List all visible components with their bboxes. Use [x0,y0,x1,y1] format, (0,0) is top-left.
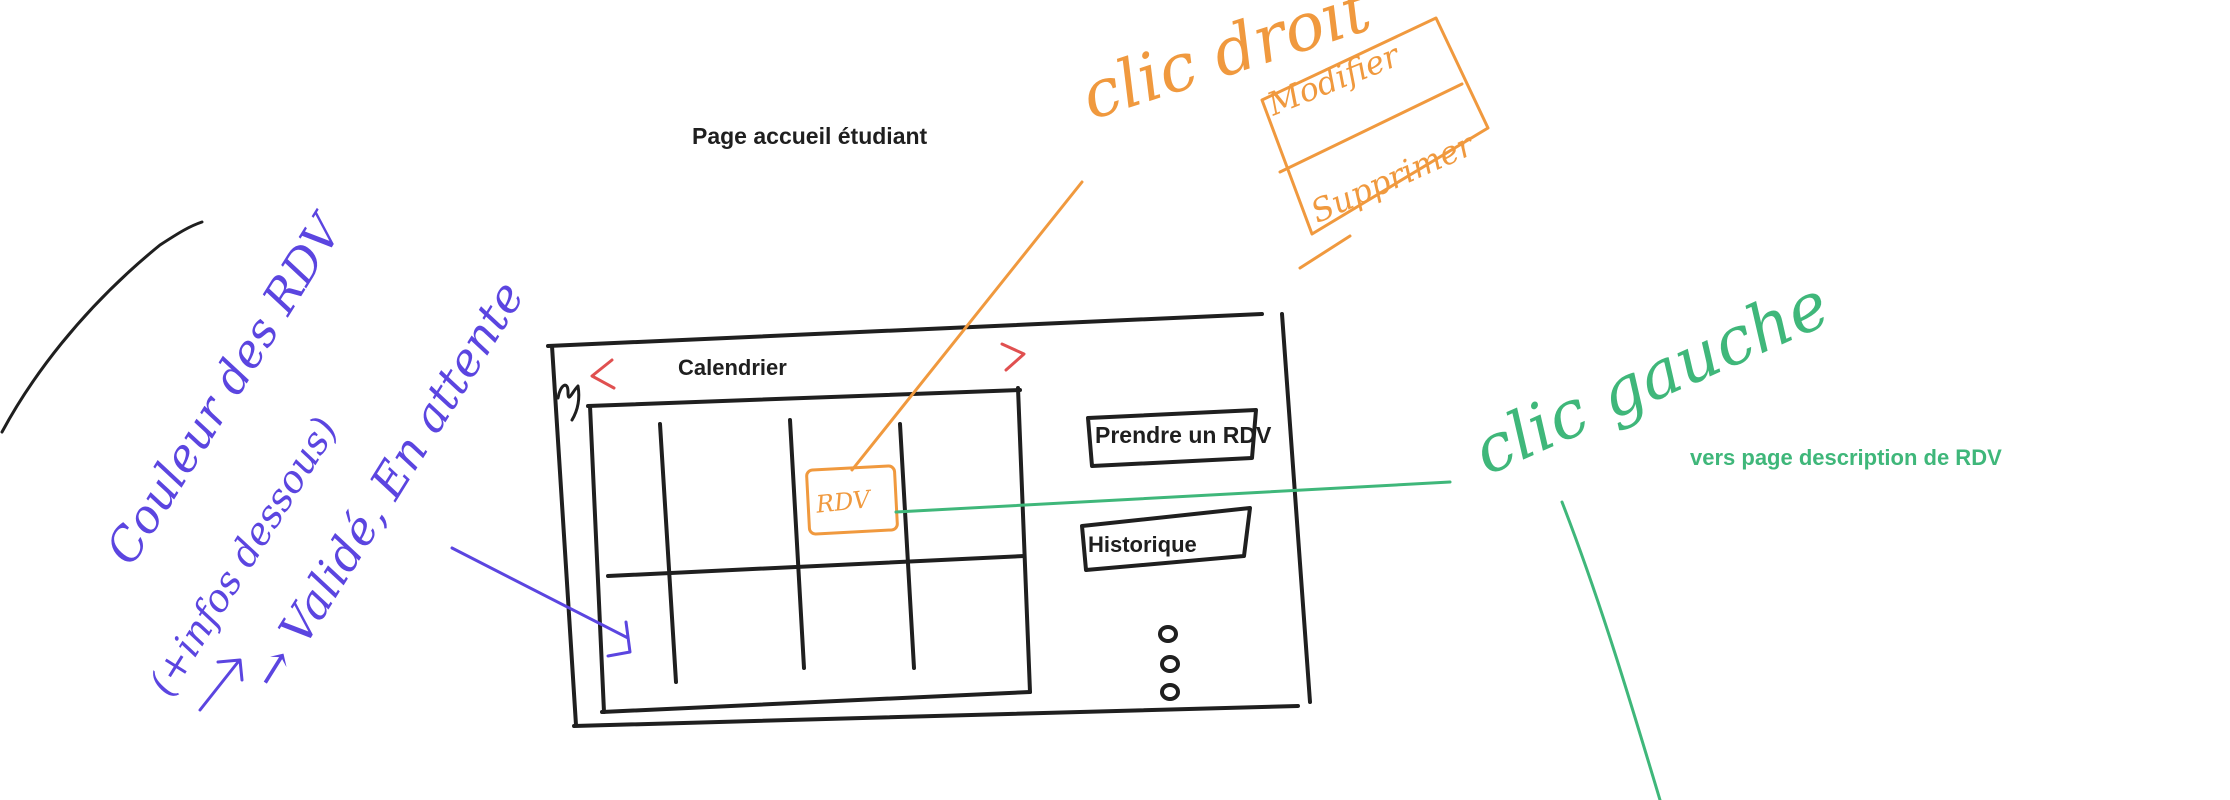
more-options-icon[interactable] [1158,625,1180,701]
calendar-title: Calendrier [678,355,787,380]
page-title: Page accueil étudiant [692,123,928,149]
calendar-grid [586,386,1032,714]
colors-arrow [450,546,632,658]
stray-ink-stroke [0,220,204,434]
left-click-connector [894,480,1452,514]
left-click-target-note: vers page description de RDV [1690,445,2002,470]
calendar-event-label: RDV [814,485,872,519]
history-button[interactable]: Historique [1088,532,1197,558]
new-appointment-button[interactable]: Prendre un RDV [1095,422,1271,449]
ink-scribble [556,383,581,422]
left-click-arrow-line [1560,500,1662,800]
right-click-connector [850,180,1084,472]
calendar-next-icon[interactable] [1000,342,1026,372]
context-menu-tail [1298,234,1352,270]
calendar-prev-icon[interactable] [590,358,616,390]
colors-small-arrow [198,658,244,712]
